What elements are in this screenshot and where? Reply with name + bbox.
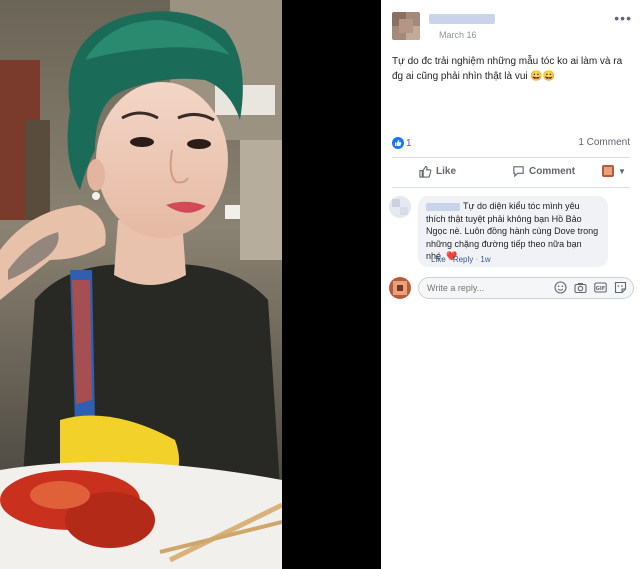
- comment-time[interactable]: 1w: [480, 255, 490, 264]
- page-avatar-icon: [602, 165, 614, 177]
- selfie-photo: [0, 0, 282, 569]
- divider: [392, 157, 630, 158]
- post-date[interactable]: March 16: [439, 30, 477, 40]
- comment-count[interactable]: 1 Comment: [578, 137, 630, 148]
- composer-icons: GIF: [554, 281, 627, 294]
- author-name-redacted[interactable]: [429, 14, 495, 24]
- thumbs-up-icon: [419, 165, 432, 178]
- post-panel: March 16 ••• Tự do đc trải nghiệm những …: [381, 0, 640, 569]
- comment-bubble-icon: [513, 166, 524, 178]
- emoji-icon[interactable]: [554, 281, 567, 294]
- camera-icon[interactable]: [574, 281, 587, 294]
- like-reaction-icon: [392, 137, 404, 149]
- like-button[interactable]: Like: [419, 165, 456, 178]
- reaction-summary[interactable]: 1 1 Comment: [392, 137, 630, 151]
- comment-label: Comment: [529, 166, 576, 177]
- svg-text:GIF: GIF: [596, 286, 605, 292]
- gif-icon[interactable]: GIF: [594, 281, 607, 294]
- sticker-icon[interactable]: [614, 281, 627, 294]
- audience-selector[interactable]: ▼: [602, 165, 626, 177]
- action-bar: Like Comment ▼: [392, 161, 630, 185]
- like-label: Like: [436, 166, 457, 177]
- more-dots-icon[interactable]: •••: [614, 11, 632, 25]
- avatar-image: [392, 12, 420, 40]
- comment-like-link[interactable]: Like: [431, 255, 446, 264]
- comment-reply-link[interactable]: Reply: [453, 255, 473, 264]
- current-user-avatar: [389, 277, 411, 299]
- divider: [392, 187, 630, 188]
- reply-field[interactable]: GIF: [418, 277, 634, 299]
- separator-dot: ·: [475, 255, 479, 264]
- avatar-image: [389, 277, 411, 299]
- avatar-image: [389, 196, 411, 218]
- reaction-count: 1: [406, 137, 412, 149]
- comment-meta: Like · Reply · 1w: [431, 255, 491, 264]
- separator-dot: ·: [447, 255, 451, 264]
- chevron-down-icon: ▼: [618, 166, 626, 176]
- commenter-avatar[interactable]: [389, 196, 411, 218]
- comment-button[interactable]: Comment: [512, 165, 575, 178]
- author-avatar[interactable]: [392, 12, 420, 40]
- post-photo[interactable]: [0, 0, 282, 569]
- post-header: March 16 •••: [392, 11, 632, 42]
- reply-composer: GIF: [389, 277, 634, 301]
- post-text: Tự do đc trải nghiệm những mẫu tóc ko ai…: [392, 56, 623, 82]
- reply-input[interactable]: [427, 281, 547, 295]
- commenter-name-redacted[interactable]: [426, 202, 460, 211]
